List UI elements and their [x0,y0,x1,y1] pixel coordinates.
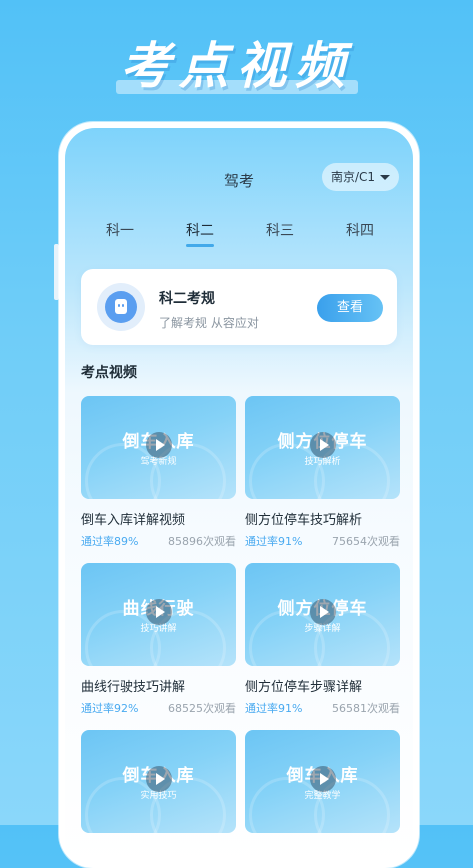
city-selector-label: 南京/C1 [330,170,375,184]
video-thumbnail[interactable]: 侧方位停车 技巧解析 [245,396,400,499]
video-title[interactable]: 侧方位停车技巧解析 [245,509,362,528]
pass-rate: 通过率91% [245,535,303,548]
exam-rules-card: 科二考规 了解考规 从容应对 查看 [81,269,397,345]
video-thumbnail[interactable]: 倒车入库 实用技巧 [81,730,236,833]
pass-rate: 通过率91% [245,702,303,715]
page-headline: 考点视频 [120,37,353,95]
active-tab-indicator [186,244,214,247]
city-selector[interactable]: 南京/C1 [321,163,399,191]
tab-subject-1[interactable]: 科一 [90,220,150,240]
play-icon[interactable] [310,766,336,792]
pass-rate: 通过率89% [81,535,139,548]
view-count: 85896次观看 [168,535,236,548]
view-count: 56581次观看 [332,702,400,715]
video-thumbnail[interactable]: 倒车入库 完整教学 [245,730,400,833]
tab-subject-3[interactable]: 科三 [250,220,310,240]
video-title[interactable]: 倒车入库详解视频 [81,509,185,528]
tab-subject-4[interactable]: 科四 [330,220,390,240]
phone-mockup: 驾考 南京/C1 科一 科二 科三 科四 科二考规 了解考规 从容应对 查看 考… [59,122,419,868]
play-icon[interactable] [146,766,172,792]
subject-tabs: 科一 科二 科三 科四 [65,220,413,250]
view-count: 75654次观看 [332,535,400,548]
play-icon[interactable] [146,432,172,458]
play-icon[interactable] [146,599,172,625]
tab-subject-2[interactable]: 科二 [170,220,230,247]
video-title[interactable]: 曲线行驶技巧讲解 [81,676,185,695]
video-thumbnail[interactable]: 曲线行驶 技巧讲解 [81,563,236,666]
play-icon[interactable] [310,432,336,458]
rules-robot-icon [97,283,145,331]
caret-down-icon [380,175,390,180]
video-thumbnail[interactable]: 倒车入库 驾考新规 [81,396,236,499]
play-icon[interactable] [310,599,336,625]
card-subtitle: 了解考规 从容应对 [159,316,259,330]
card-title: 科二考规 [159,291,215,307]
video-title[interactable]: 侧方位停车步骤详解 [245,676,362,695]
pass-rate: 通过率92% [81,702,139,715]
view-button[interactable]: 查看 [317,294,383,322]
video-thumbnail[interactable]: 侧方位停车 步骤详解 [245,563,400,666]
app-screen: 驾考 南京/C1 科一 科二 科三 科四 科二考规 了解考规 从容应对 查看 考… [65,128,413,865]
section-title: 考点视频 [81,362,143,382]
view-count: 68525次观看 [168,702,236,715]
